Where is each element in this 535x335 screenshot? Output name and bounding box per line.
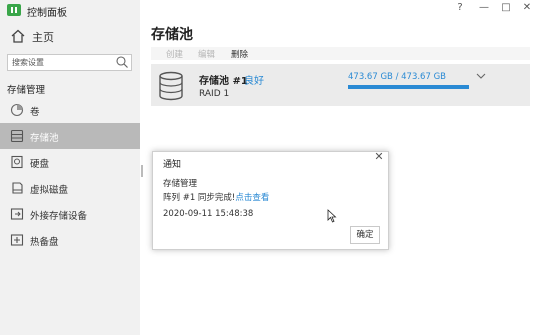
- sidebar-item-label: 虚拟磁盘: [30, 185, 69, 196]
- sidebar-item-label: 硬盘: [30, 159, 50, 170]
- dialog-subtitle: 存储管理: [163, 179, 198, 189]
- capacity-bar-fill: [348, 85, 469, 89]
- dialog-message-text: 阵列 #1 同步完成!: [163, 193, 236, 203]
- sidebar-item-virtual-disk[interactable]: 虚拟磁盘: [0, 175, 140, 201]
- close-button[interactable]: ✕: [520, 1, 534, 15]
- sidebar-item-hard-disk[interactable]: 硬盘: [0, 149, 140, 175]
- close-icon[interactable]: ✕: [373, 151, 385, 163]
- hard-disk-icon: [11, 155, 23, 169]
- sidebar-item-home[interactable]: 主页: [0, 25, 140, 47]
- dialog-timestamp: 2020-09-11 15:48:38: [163, 209, 254, 219]
- storage-pool-icon: [10, 129, 24, 143]
- help-button[interactable]: ?: [453, 1, 467, 15]
- home-icon: [11, 29, 25, 43]
- pool-status: 良好: [244, 76, 264, 87]
- sidebar-item-label: 主页: [32, 31, 54, 44]
- virtual-disk-icon: [12, 182, 23, 194]
- app-logo-icon: [7, 4, 21, 16]
- dialog-title: 通知: [163, 160, 182, 170]
- sidebar-item-hot-spare[interactable]: 热备盘: [0, 227, 140, 253]
- app-title: 控制面板: [27, 8, 67, 19]
- sidebar-item-label: 外接存储设备: [30, 211, 88, 222]
- sidebar-item-label: 热备盘: [30, 237, 59, 248]
- external-storage-icon: [10, 208, 24, 220]
- maximize-button[interactable]: □: [499, 1, 513, 15]
- minimize-button[interactable]: —: [477, 1, 491, 15]
- splitter-handle[interactable]: [141, 165, 143, 177]
- sidebar-item-volume[interactable]: 卷: [0, 97, 140, 123]
- pool-raid-level: RAID 1: [199, 89, 230, 99]
- capacity-bar: [348, 85, 469, 89]
- search-icon[interactable]: [115, 55, 129, 69]
- edit-button[interactable]: 编辑: [198, 48, 215, 60]
- page-title: 存储池: [151, 27, 193, 43]
- database-icon: [159, 71, 183, 101]
- search-box: [7, 54, 132, 71]
- sidebar-item-external-storage[interactable]: 外接存储设备: [0, 201, 140, 227]
- section-title: 存储管理: [7, 85, 46, 96]
- hot-spare-icon: [10, 234, 24, 246]
- search-input[interactable]: [12, 55, 112, 70]
- ok-button[interactable]: 确定: [350, 226, 380, 244]
- delete-button[interactable]: 删除: [231, 48, 248, 60]
- pool-name: 存储池 #1: [199, 76, 248, 87]
- view-details-link[interactable]: 点击查看: [235, 193, 269, 203]
- pool-capacity: 473.67 GB / 473.67 GB: [348, 72, 446, 82]
- mouse-cursor-icon: [327, 209, 337, 223]
- sidebar-item-storage-pool[interactable]: 存储池: [0, 123, 140, 149]
- sidebar-item-label: 卷: [30, 107, 40, 118]
- create-button[interactable]: 创建: [166, 48, 183, 60]
- sidebar-item-label: 存储池: [30, 133, 59, 144]
- chevron-down-icon[interactable]: [476, 72, 486, 80]
- dialog-message: 阵列 #1 同步完成!点击查看: [163, 191, 269, 203]
- volume-icon: [10, 103, 24, 117]
